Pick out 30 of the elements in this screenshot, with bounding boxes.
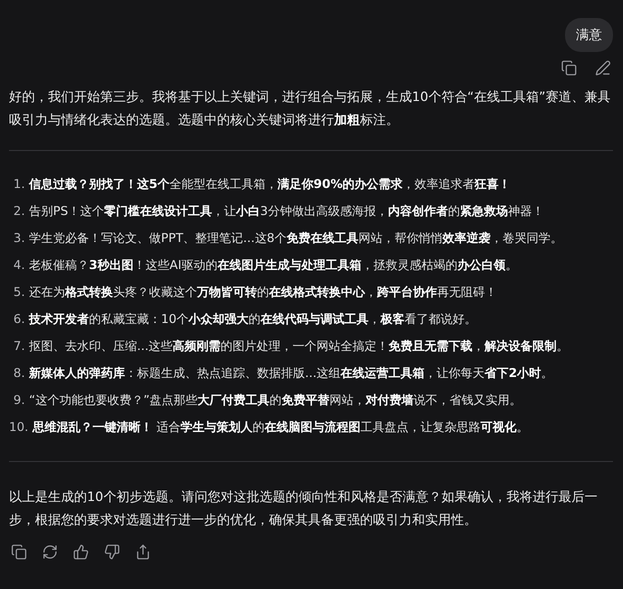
- thumbs-up-icon[interactable]: [73, 544, 89, 560]
- list-number: 3.: [12, 230, 25, 247]
- topic-text: 告别PS！这个零门槛在线设计工具，让小白3分钟做出高级感海报，内容创作者的紧急救场神器！: [29, 203, 544, 220]
- edit-icon[interactable]: [595, 60, 611, 76]
- list-number: 2.: [12, 203, 25, 220]
- topic-text: “这个功能也要收费？”盘点那些大厂付费工具的免费平替网站，对付费墙说不，省钱又实用。: [29, 392, 522, 409]
- topic-text: 学生党必备！写论文、做PPT、整理笔记...这8个免费在线工具网站，帮你悄悄效率逆袭，卷哭同学。: [29, 230, 563, 247]
- copy-icon[interactable]: [11, 544, 27, 560]
- share-icon[interactable]: [135, 544, 151, 560]
- topic-text: 抠图、去水印、压缩...这些高频刚需的图片处理，一个网站全搞定！免费且无需下载，解决设备限制。: [29, 338, 569, 355]
- user-message: 满意: [565, 18, 613, 52]
- topic-text: 思维混乱？一键清晰！ 适合学生与策划人的在线脑图与流程图工具盘点，让复杂思路可视化。: [32, 419, 528, 436]
- closing-paragraph: 以上是生成的10个初步选题。请问您对这批选题的倾向性和风格是否满意？如果确认，我将进行最后一步，根据您的要求对选题进行进一步的优化，确保其具备更强的吸引力和实用性。: [9, 489, 598, 530]
- topic-text: 还在为格式转换头疼？收藏这个万物皆可转的在线格式转换中心，跨平台协作再无阻碍！: [29, 284, 497, 301]
- list-number: 6.: [12, 311, 25, 328]
- list-number: 4.: [12, 257, 25, 274]
- topic-text: 技术开发者的私藏宝藏：10个小众却强大的在线代码与调试工具，极客看了都说好。: [29, 311, 477, 328]
- intro-paragraph: 好的，我们开始第三步。我将基于以上关键词，进行组合与拓展，生成10个符合“在线工具箱”赛道、兼具吸引力与情绪化表达的选题。选题中的核心关键词将进行加粗标注。: [9, 89, 612, 130]
- list-number: 10.: [9, 419, 28, 436]
- copy-icon[interactable]: [561, 60, 577, 76]
- topic-text: 老板催稿？3秒出图！这些AI驱动的在线图片生成与处理工具箱，拯救灵感枯竭的办公白领。: [29, 257, 518, 274]
- list-number: 5.: [12, 284, 25, 301]
- list-number: 7.: [12, 338, 25, 355]
- list-number: 9.: [12, 392, 25, 409]
- topic-text: 新媒体人的弹药库：标题生成、热点追踪、数据排版...这组在线运营工具箱，让你每天省下2小时。: [29, 365, 554, 382]
- thumbs-down-icon[interactable]: [104, 544, 120, 560]
- list-number: 1.: [12, 176, 25, 193]
- list-number: 8.: [12, 365, 25, 382]
- refresh-icon[interactable]: [42, 544, 58, 560]
- topic-text: 信息过载？别找了！这5个全能型在线工具箱，满足你90%的办公需求，效率追求者狂喜！: [29, 176, 511, 193]
